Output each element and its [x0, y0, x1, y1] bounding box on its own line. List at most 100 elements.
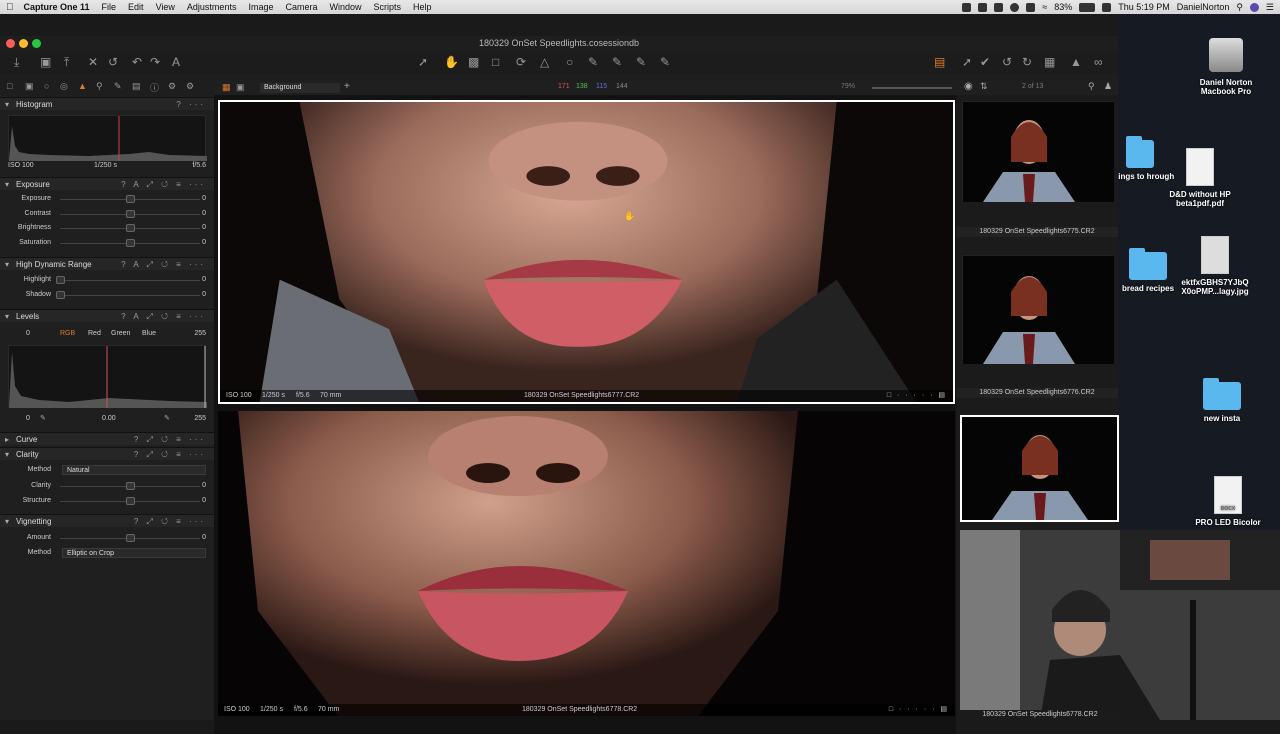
batch-tab-icon[interactable]: ⚙: [186, 81, 194, 92]
grid-view-icon[interactable]: ▦: [222, 82, 231, 93]
warning-icon[interactable]: ▲: [1070, 55, 1082, 69]
spot-tool-icon[interactable]: ○: [566, 55, 573, 69]
picker-tool-icon[interactable]: ▩: [468, 55, 479, 69]
exposure-slider-knob[interactable]: [126, 195, 135, 203]
channel-green[interactable]: Green: [111, 328, 130, 340]
flag-icon[interactable]: [1102, 2, 1112, 12]
reset-icon[interactable]: ↺: [108, 55, 118, 69]
capture-tab-icon[interactable]: ▣: [25, 81, 34, 92]
battery-icon[interactable]: [1079, 2, 1096, 12]
levels-header[interactable]: Levels? A ⤢ ↺ ≡ ···: [0, 309, 214, 323]
clarity-value[interactable]: 0: [202, 495, 206, 507]
exposure-value[interactable]: 0: [202, 237, 206, 249]
keystone-tool-icon[interactable]: △: [540, 55, 549, 69]
channel-red[interactable]: Red: [88, 328, 101, 340]
glasses-icon[interactable]: ∞: [1094, 55, 1103, 69]
menu-help[interactable]: Help: [407, 2, 438, 12]
desktop-file-docx[interactable]: DOCX PRO LED Bicolor: [1188, 476, 1268, 527]
viewer-image-bottom[interactable]: ISO 100 1/250 s f/5.6 70 mm 180329 OnSet…: [218, 411, 955, 716]
vignetting-header[interactable]: Vignetting? ⤢ ↺ ≡ ···: [0, 514, 214, 528]
vignetting-method-select[interactable]: Elliptic on Crop: [62, 548, 206, 558]
tool-options-icon[interactable]: ? ⤢ ↺ ≡ ···: [134, 515, 206, 528]
style-preset-select[interactable]: Background: [260, 83, 340, 93]
hdr-value[interactable]: 0: [202, 274, 206, 286]
user-name[interactable]: DanielNorton: [1177, 2, 1230, 12]
menu-window[interactable]: Window: [323, 2, 367, 12]
desktop-drive[interactable]: Daniel Norton Macbook Pro: [1186, 38, 1266, 96]
thumbnail-2[interactable]: [962, 255, 1114, 364]
annotate-tool-icon[interactable]: ✎: [660, 55, 670, 69]
zoom-window-button[interactable]: [32, 39, 41, 48]
export-icon[interactable]: ⤒: [64, 55, 69, 69]
output-tab-icon[interactable]: ⚙: [168, 81, 176, 92]
apple-menu[interactable]: : [0, 2, 20, 13]
tool-options-icon[interactable]: ? ⤢ ↺ ≡ ···: [134, 448, 206, 461]
clarity-header[interactable]: Clarity? ⤢ ↺ ≡ ···: [0, 447, 214, 461]
import-icon[interactable]: ⤓: [14, 55, 19, 69]
desktop-file-jpg[interactable]: ektfxGBHS7YJbQ X0oPMP...lagy.jpg: [1175, 236, 1255, 296]
menu-scripts[interactable]: Scripts: [368, 2, 408, 12]
notification-icon[interactable]: ☰: [1266, 2, 1274, 13]
menu-view[interactable]: View: [150, 2, 181, 12]
tool-options-icon[interactable]: ? ···: [176, 98, 206, 111]
exposure-slider[interactable]: [60, 238, 200, 247]
eraser-tool-icon[interactable]: ✎: [612, 55, 622, 69]
clock[interactable]: Thu 5:19 PM: [1118, 2, 1170, 12]
hdr-value[interactable]: 0: [202, 289, 206, 301]
spotlight-icon[interactable]: ⚲: [1236, 2, 1243, 13]
stack-icon[interactable]: ▤: [934, 55, 945, 69]
histogram-header[interactable]: Histogram? ···: [0, 97, 214, 111]
image-rating-top[interactable]: □ · · · · · ▤: [887, 390, 947, 402]
apply-adjust-icon[interactable]: ✔: [980, 55, 990, 69]
hand-tool-icon[interactable]: ✋: [444, 55, 459, 69]
levels-graph[interactable]: [8, 345, 207, 408]
capture-icon[interactable]: ▣: [40, 55, 51, 69]
clarity-value[interactable]: 0: [202, 480, 206, 492]
wifi-icon[interactable]: ≈: [1042, 2, 1047, 12]
eyedropper-black-icon[interactable]: ✎: [40, 413, 46, 425]
eyedropper-white-icon[interactable]: ✎: [164, 413, 170, 425]
library-tab-icon[interactable]: □: [7, 81, 12, 91]
exposure-tab-icon[interactable]: ▲: [78, 81, 87, 91]
exposure-value[interactable]: 0: [202, 222, 206, 234]
brush-tool-icon[interactable]: ✎: [588, 55, 598, 69]
single-view-icon[interactable]: ▣: [236, 82, 245, 93]
vignetting-slider-knob[interactable]: [126, 534, 135, 542]
siri-icon[interactable]: [1249, 2, 1259, 12]
sort-icon[interactable]: ⇅: [980, 81, 988, 92]
hdr-slider-knob[interactable]: [56, 290, 65, 299]
redo-icon[interactable]: ↷: [150, 55, 160, 69]
exposure-value[interactable]: 0: [202, 193, 206, 205]
color-tab-icon[interactable]: ◎: [60, 81, 68, 92]
exposure-slider-knob[interactable]: [126, 224, 135, 232]
menu-image[interactable]: Image: [242, 2, 279, 12]
gradient-tool-icon[interactable]: ✎: [636, 55, 646, 69]
hdr-slider[interactable]: [56, 290, 200, 299]
details-tab-icon[interactable]: ⚲: [96, 81, 103, 92]
app-menu[interactable]: Capture One 11: [20, 2, 96, 12]
cursor-tool-icon[interactable]: ➚: [418, 55, 428, 69]
crop-tool-icon[interactable]: □: [492, 55, 499, 69]
search-icon[interactable]: ⚲: [1088, 81, 1095, 92]
clarity-slider[interactable]: [60, 482, 200, 490]
clarity-method-select[interactable]: Natural: [62, 465, 206, 475]
minimize-window-button[interactable]: [19, 39, 28, 48]
menu-edit[interactable]: Edit: [122, 2, 150, 12]
exposure-slider[interactable]: [60, 195, 200, 203]
delete-icon[interactable]: ✕: [88, 55, 98, 69]
tool-options-icon[interactable]: ? A ⤢ ↺ ≡ ···: [121, 178, 206, 191]
exposure-slider-knob[interactable]: [126, 238, 135, 247]
undo-icon[interactable]: ↶: [132, 55, 142, 69]
clarity-slider[interactable]: [60, 497, 200, 505]
local-adj-tab-icon[interactable]: ✎: [114, 81, 122, 92]
exposure-value[interactable]: 0: [202, 208, 206, 220]
hdr-header[interactable]: High Dynamic Range? A ⤢ ↺ ≡ ···: [0, 257, 214, 271]
lens-tab-icon[interactable]: ○: [44, 81, 49, 91]
desktop-folder-insta[interactable]: new insta: [1182, 378, 1262, 423]
thumbnail-1[interactable]: [962, 101, 1114, 202]
adjustments-tab-icon[interactable]: ▤: [132, 81, 141, 92]
channel-blue[interactable]: Blue: [142, 328, 156, 340]
menu-camera[interactable]: Camera: [279, 2, 323, 12]
menu-file[interactable]: File: [96, 2, 123, 12]
tool-options-icon[interactable]: ? ⤢ ↺ ≡ ···: [134, 433, 206, 446]
